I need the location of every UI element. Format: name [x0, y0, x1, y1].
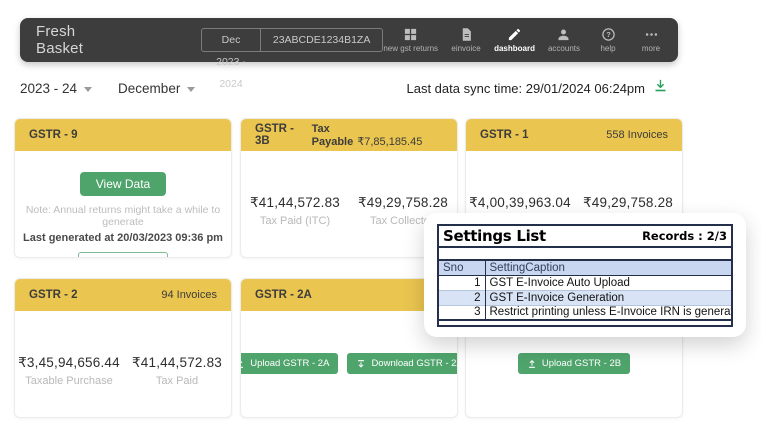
settings-table: Sno SettingCaption 1 GST E-Invoice Auto …	[439, 259, 731, 321]
period-button[interactable]: Dec 2023 - 2024	[201, 28, 261, 52]
tax-payable-value: ₹7,85,185.45	[357, 136, 422, 148]
card-header: GSTR - 2 94 Invoices	[15, 279, 231, 311]
settings-popup: Settings List Records : 2/3 Sno SettingC…	[424, 213, 746, 337]
card-title: GSTR - 3B	[255, 123, 312, 147]
tax-payable-label: Tax Payable	[312, 123, 354, 148]
person-icon	[556, 27, 571, 42]
nav-label: new gst returns	[383, 44, 438, 53]
top-navigation: new gst returns einvoice dashboard accou…	[383, 27, 666, 53]
card-header: GSTR - 1 558 Invoices	[466, 119, 682, 151]
table-header-row: Sno SettingCaption	[439, 260, 731, 275]
pencil-icon	[507, 27, 522, 42]
titlebar-spacer	[439, 248, 731, 259]
upload-gstr2a-label: Upload GSTR - 2A	[250, 358, 329, 369]
filter-bar: 2023 - 24 December Last data sync time: …	[20, 76, 668, 100]
gstr1-left-value: ₹4,00,39,963.04	[468, 195, 572, 211]
upload-gstr2b-button[interactable]: Upload GSTR - 2B	[518, 353, 630, 374]
nav-label: help	[600, 44, 615, 53]
document-icon	[459, 27, 474, 42]
column-header-settingcaption[interactable]: SettingCaption	[485, 260, 731, 275]
download-gstr2a-button[interactable]: Download GSTR - 2A	[347, 353, 458, 374]
nav-item-help[interactable]: ? help	[593, 27, 623, 53]
year-dropdown[interactable]: 2023 - 24	[20, 81, 92, 96]
chevron-down-icon	[187, 87, 195, 92]
settings-title: Settings List	[443, 227, 546, 245]
topbar: Fresh Basket Dec 2023 - 2024 23ABCDE1234…	[20, 18, 678, 62]
row-caption: Restrict printing unless E-Invoice IRN i…	[485, 305, 731, 320]
nav-label: more	[642, 44, 660, 53]
nav-item-accounts[interactable]: accounts	[548, 27, 580, 53]
nav-item-einvoice[interactable]: einvoice	[451, 27, 481, 53]
taxable-purchase-value: ₹3,45,94,656.44	[17, 355, 121, 371]
upload-gstr2b-label: Upload GSTR - 2B	[542, 358, 621, 369]
settings-window: Settings List Records : 2/3 Sno SettingC…	[437, 224, 733, 327]
card-title: GSTR - 1	[480, 129, 529, 141]
card-gstr-9: GSTR - 9 View Data Note: Annual returns …	[14, 118, 232, 258]
row-sno: 1	[439, 275, 485, 290]
card-header: GSTR - 9	[15, 119, 231, 151]
help-icon: ?	[601, 27, 616, 42]
month-dropdown-value: December	[118, 81, 180, 96]
tax-paid-value: ₹41,44,572.83	[125, 355, 229, 371]
gstin-button[interactable]: 23ABCDE1234B1ZA	[260, 28, 383, 52]
tax-collected-value: ₹49,29,758.28	[351, 195, 455, 211]
row-caption: GST E-Invoice Auto Upload	[485, 275, 731, 290]
chevron-down-icon	[84, 87, 92, 92]
card-gstr-2: GSTR - 2 94 Invoices ₹3,45,94,656.44 Tax…	[14, 278, 232, 418]
annual-returns-note: Note: Annual returns might take a while …	[15, 204, 231, 228]
upload-icon	[527, 359, 537, 369]
settings-titlebar: Settings List Records : 2/3	[439, 226, 731, 248]
tax-paid-itc-label: Tax Paid (ITC)	[243, 215, 347, 227]
sync-status: Last data sync time: 29/01/2024 06:24pm	[407, 78, 669, 98]
records-counter: Records : 2/3	[642, 229, 727, 243]
app-title: Fresh Basket	[36, 23, 109, 57]
card-header: GSTR - 3B Tax Payable₹7,85,185.45	[241, 119, 457, 151]
tax-payable-badge: Tax Payable₹7,85,185.45	[312, 123, 443, 148]
last-generated-text: Last generated at 20/03/2023 09:36 pm	[15, 232, 231, 244]
card-title: GSTR - 2A	[255, 289, 312, 301]
table-row[interactable]: 3 Restrict printing unless E-Invoice IRN…	[439, 305, 731, 320]
view-data-button[interactable]: View Data	[80, 172, 166, 196]
table-row[interactable]: 1 GST E-Invoice Auto Upload	[439, 275, 731, 290]
period-gstin-group: Dec 2023 - 2024 23ABCDE1234B1ZA	[201, 28, 383, 52]
nav-item-dashboard[interactable]: dashboard	[494, 27, 535, 53]
last-sync-text: Last data sync time: 29/01/2024 06:24pm	[407, 81, 646, 96]
year-dropdown-value: 2023 - 24	[20, 81, 77, 96]
invoice-count-badge: 558 Invoices	[606, 129, 668, 141]
table-row[interactable]: 2 GST E-Invoice Generation	[439, 290, 731, 305]
upload-icon	[240, 359, 245, 369]
grid-icon	[403, 27, 418, 42]
card-title: GSTR - 9	[29, 129, 78, 141]
month-dropdown[interactable]: December	[118, 81, 195, 96]
row-caption: GST E-Invoice Generation	[485, 290, 731, 305]
ellipsis-icon	[644, 27, 659, 42]
invoice-count-badge: 94 Invoices	[161, 289, 217, 301]
card-title: GSTR - 2	[29, 289, 78, 301]
tax-paid-label: Tax Paid	[125, 375, 229, 387]
nav-label: accounts	[548, 44, 580, 53]
upload-gstr2a-button[interactable]: Upload GSTR - 2A	[240, 353, 338, 374]
column-header-sno[interactable]: Sno	[439, 260, 485, 275]
download-icon[interactable]	[653, 78, 668, 98]
nav-item-new-gst-returns[interactable]: new gst returns	[383, 27, 438, 53]
download-icon	[356, 359, 366, 369]
row-sno: 3	[439, 305, 485, 320]
nav-label: einvoice	[451, 44, 480, 53]
svg-text:?: ?	[606, 30, 611, 39]
nav-label: dashboard	[494, 44, 535, 53]
nav-item-more[interactable]: more	[636, 27, 666, 53]
tax-paid-itc-value: ₹41,44,572.83	[243, 195, 347, 211]
gstr1-right-value: ₹49,29,758.28	[576, 195, 680, 211]
taxable-purchase-label: Taxable Purchase	[17, 375, 121, 387]
row-sno: 2	[439, 290, 485, 305]
sync-now-button[interactable]: SYNC NOW	[78, 252, 168, 258]
download-gstr2a-label: Download GSTR - 2A	[371, 358, 458, 369]
